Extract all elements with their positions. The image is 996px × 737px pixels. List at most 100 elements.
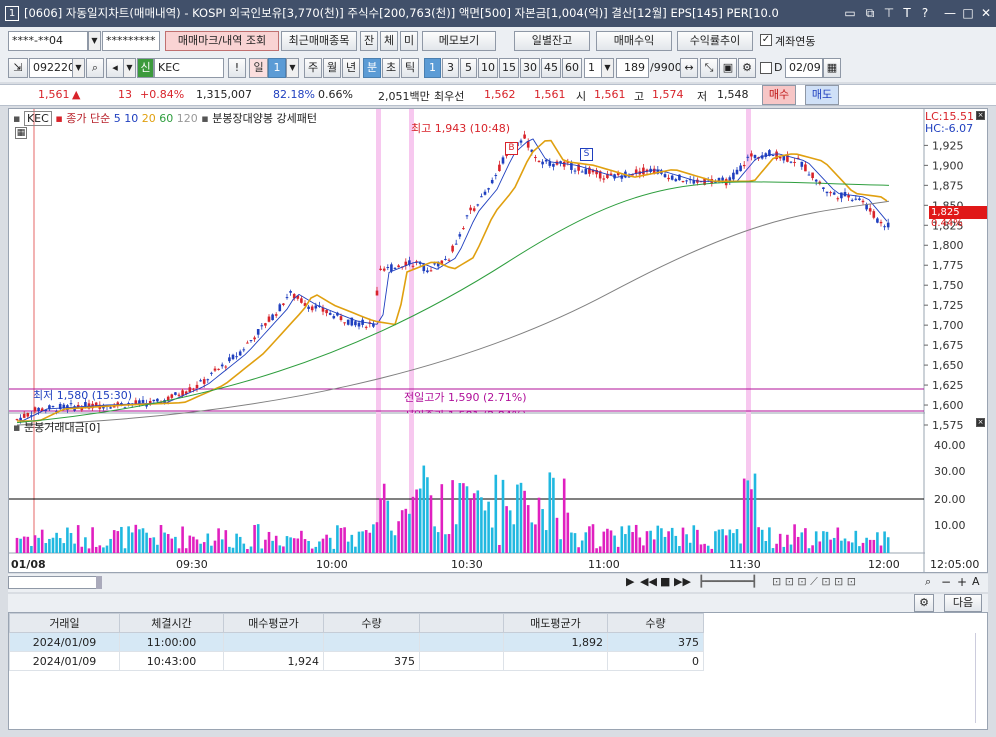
chart-area[interactable]: 1,9251,9001,8751,8501,8251,8001,7751,750… [8, 108, 988, 573]
volume-bar [555, 517, 559, 553]
table-row[interactable]: 2024/01/09 10:43:00 1,924 375 0 [9, 651, 704, 671]
alert-icon[interactable]: ! [228, 58, 246, 78]
password-input[interactable]: ********* [102, 31, 160, 51]
candle-body [487, 188, 490, 190]
daily-button[interactable]: 일 [249, 58, 268, 78]
maximize-icon[interactable]: □ [960, 0, 976, 27]
date-input[interactable]: 02/09 [785, 58, 823, 78]
candle-body [814, 179, 818, 182]
interval-10[interactable]: 10 [478, 58, 498, 78]
volume-bar [393, 535, 397, 553]
speaker-dropdown-icon[interactable]: ▼ [123, 58, 136, 78]
volume-bar [120, 526, 123, 553]
period-value[interactable]: 1 [268, 58, 286, 78]
candle-body [829, 192, 832, 194]
restore-icon[interactable]: ▭ [842, 0, 858, 27]
scroll-track[interactable] [8, 576, 98, 589]
interval-45[interactable]: 45 [541, 58, 561, 78]
volume-bar [778, 533, 782, 553]
next-button[interactable]: 다음 [944, 594, 982, 612]
text-icon[interactable]: T [899, 0, 915, 27]
count-input[interactable]: 1 [584, 58, 602, 78]
gear-icon[interactable]: ⚙ [738, 58, 756, 78]
account-link-checkbox[interactable]: ✓ [760, 34, 772, 46]
volume-bar [33, 535, 37, 553]
save-icon[interactable]: ▣ [719, 58, 737, 78]
stock-code-dropdown-icon[interactable]: ▼ [72, 58, 85, 78]
scroll-thumb[interactable] [96, 576, 102, 589]
weekly-button[interactable]: 주 [304, 58, 322, 78]
second-button[interactable]: 초 [382, 58, 400, 78]
interval-30[interactable]: 30 [520, 58, 540, 78]
help-icon[interactable]: ? [917, 0, 933, 27]
tick-button[interactable]: 틱 [401, 58, 419, 78]
sell-marker[interactable]: S [580, 148, 593, 161]
chart-close-icon[interactable]: × [976, 111, 985, 120]
volume-bar [714, 531, 717, 553]
scroll-icon[interactable]: ↔ [680, 58, 698, 78]
buy-button[interactable]: 매수 [762, 85, 796, 105]
volume-bar [98, 545, 102, 553]
volume-bar [336, 525, 339, 553]
grid-scrollbar[interactable] [975, 633, 983, 723]
minimize-icon[interactable]: — [942, 0, 958, 27]
daily-balance-button[interactable]: 일별잔고 [514, 31, 590, 51]
play-icon[interactable]: ▶ [626, 575, 634, 588]
period-dropdown-icon[interactable]: ▼ [286, 58, 299, 78]
range-input[interactable]: 189 [616, 58, 649, 78]
calendar-icon[interactable]: ▦ [823, 58, 841, 78]
close-icon[interactable]: ✕ [978, 0, 994, 27]
balance-button[interactable]: 잔 [360, 31, 378, 51]
minute-button[interactable]: 분 [363, 58, 381, 78]
stock-code-input[interactable]: 092220 [29, 58, 73, 78]
tool-icon[interactable]: ⤡ [700, 58, 718, 78]
time-label: 10:00 [316, 558, 348, 571]
pin-icon[interactable]: ⊤ [881, 0, 897, 27]
volume-bar [271, 540, 274, 553]
interval-15[interactable]: 15 [499, 58, 519, 78]
zoom-out-icon[interactable]: − [941, 575, 951, 589]
table-row[interactable]: 2024/01/09 11:00:00 1,892 375 [9, 632, 704, 652]
stop-icon[interactable]: ■ [660, 575, 670, 588]
grid-settings-icon[interactable]: ⚙ [914, 594, 934, 612]
account-dropdown-icon[interactable]: ▼ [88, 31, 101, 51]
account-input[interactable]: ****-**04 [8, 31, 88, 51]
date-checkbox[interactable] [760, 62, 772, 74]
volume-bar [602, 531, 606, 553]
draw-tools-icon[interactable]: ⊡ ⊡ ⊡ ⟋ ⊡ ⊡ ⊡ [772, 575, 856, 589]
chart-canvas[interactable]: 1,9251,9001,8751,8501,8251,8001,7751,750… [9, 109, 987, 572]
return-trend-button[interactable]: 수익률추이 [677, 31, 753, 51]
candle-body [537, 161, 541, 163]
recent-trades-button[interactable]: 최근매매종목 [281, 31, 357, 51]
zoom-in-icon[interactable]: + [957, 575, 967, 589]
link-icon[interactable]: ⧉ [862, 0, 878, 27]
count-dropdown-icon[interactable]: ▼ [601, 58, 614, 78]
unfilled-button[interactable]: 미 [400, 31, 418, 51]
volume-close-icon[interactable]: × [976, 418, 985, 427]
executed-button[interactable]: 체 [380, 31, 398, 51]
trade-mark-button[interactable]: 매매마크/내역 조회 [165, 31, 279, 51]
interval-1[interactable]: 1 [424, 58, 441, 78]
speaker-icon[interactable]: ◂ [106, 58, 124, 78]
interval-3[interactable]: 3 [442, 58, 459, 78]
font-icon[interactable]: A [972, 575, 980, 588]
volume-bar [404, 508, 408, 553]
zoom-icon[interactable]: ⌕ [925, 575, 931, 589]
speed-slider[interactable]: ┣━━━━━━━┫ [698, 575, 758, 588]
forward-icon[interactable]: ▶▶ [674, 575, 691, 588]
candle-body [354, 321, 357, 326]
search-icon[interactable]: ⌕ [86, 58, 104, 78]
rewind-icon[interactable]: ◀◀ [640, 575, 657, 588]
sell-button[interactable]: 매도 [805, 85, 839, 105]
interval-60[interactable]: 60 [562, 58, 582, 78]
yearly-button[interactable]: 년 [342, 58, 360, 78]
interval-5[interactable]: 5 [460, 58, 477, 78]
chart-scrollbar[interactable]: ▶ ◀◀ ■ ▶▶ ┣━━━━━━━┫ ⊡ ⊡ ⊡ ⟋ ⊡ ⊡ ⊡ ⌕ − + … [8, 574, 988, 592]
stock-list-icon[interactable]: ⇲ [8, 58, 28, 78]
best-bid: 1,561 [534, 88, 566, 101]
monthly-button[interactable]: 월 [323, 58, 341, 78]
trade-profit-button[interactable]: 매매수익 [596, 31, 672, 51]
grid-icon[interactable]: ▦ [15, 127, 27, 139]
memo-button[interactable]: 메모보기 [422, 31, 496, 51]
buy-marker[interactable]: B [505, 142, 518, 155]
